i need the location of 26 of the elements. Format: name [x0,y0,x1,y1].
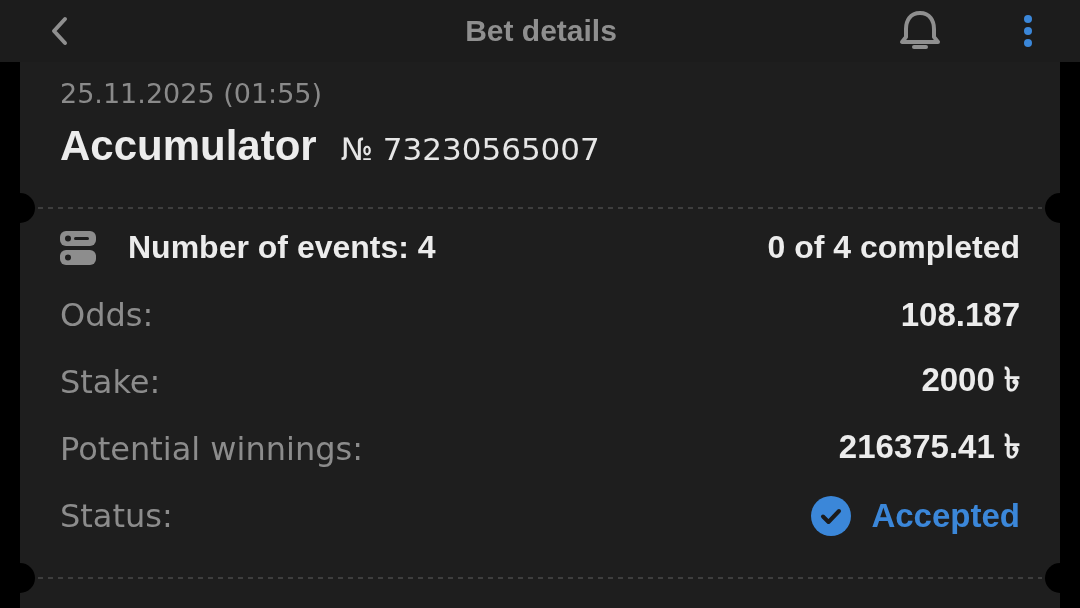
screen-title: Bet details [465,14,617,48]
bet-type: Accumulator [60,121,317,171]
bet-date: 25.11.2025 (01:55) [60,78,323,110]
check-circle-icon [811,495,852,536]
list-icon [60,230,96,265]
detail-label: Stake: [60,362,161,401]
back-button[interactable] [50,16,68,46]
bell-icon [898,11,942,51]
back-icon [50,16,68,46]
detail-value: 216375.41 ৳ [838,427,1020,465]
ticket-notch [1045,193,1060,223]
detail-label: Potential winnings: [60,429,363,468]
detail-value: 2000 ৳ [921,360,1020,398]
menu-button[interactable] [1024,15,1032,47]
ticket-notch [20,563,35,593]
notifications-button[interactable] [898,11,942,51]
detail-label: Status: [60,496,173,535]
status-text: Accepted [871,496,1020,535]
detail-label: Odds: [60,295,154,334]
ticket-notch [20,193,35,223]
detail-value: 108.187 [900,295,1020,333]
menu-icon [1024,15,1032,47]
ticket-notch [1045,563,1060,593]
events-count: Number of events: 4 [128,229,436,266]
completed-count: 0 of 4 completed [767,229,1020,266]
bet-number: № 73230565007 [340,130,600,169]
